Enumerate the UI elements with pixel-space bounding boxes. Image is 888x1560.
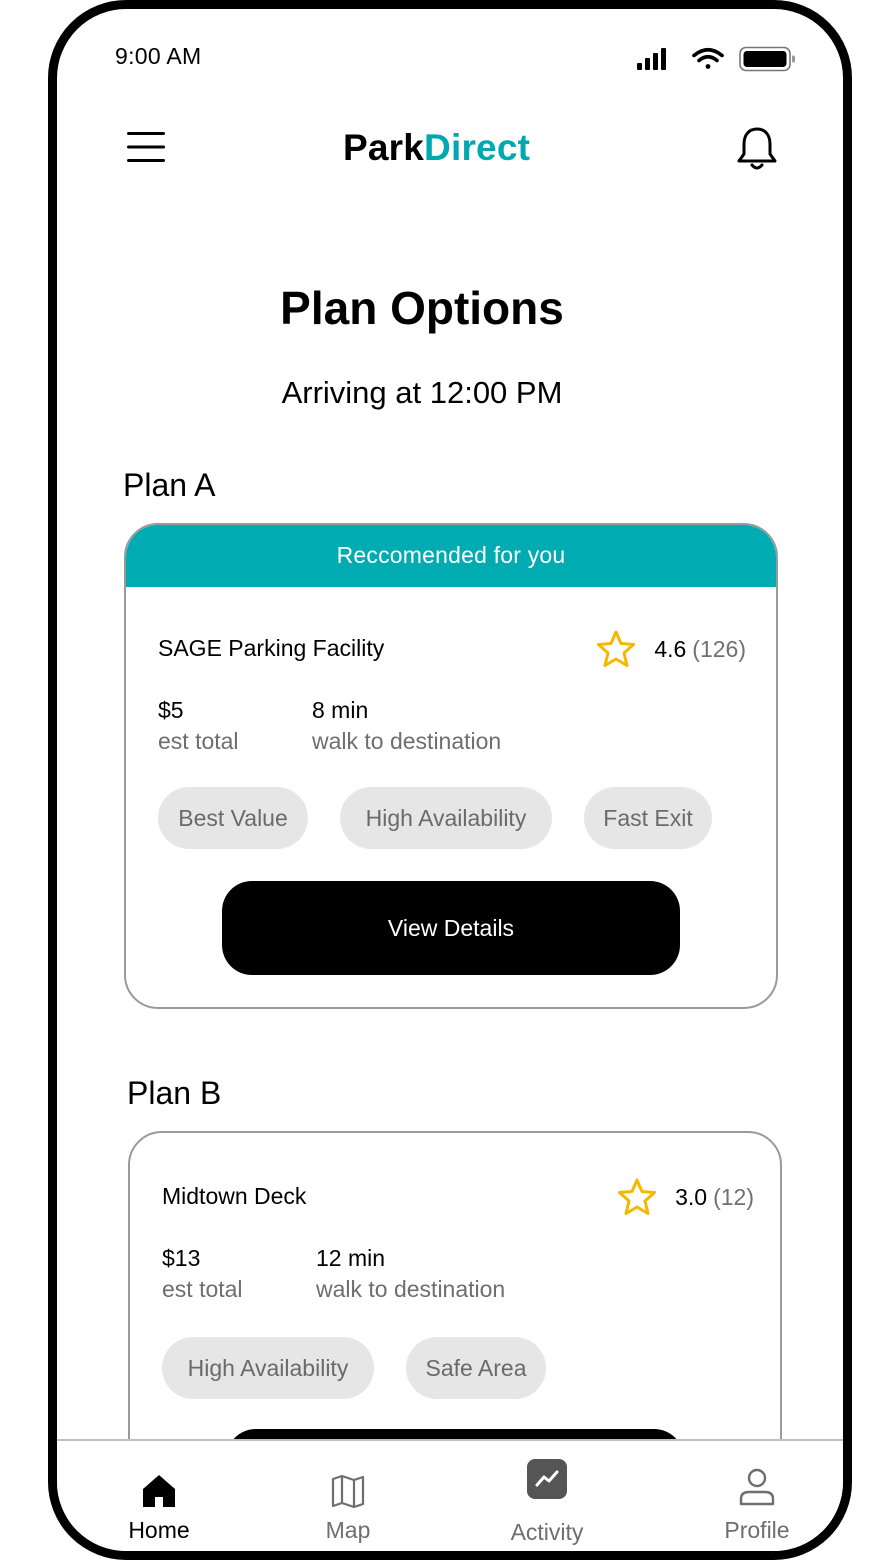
signal-icon — [637, 48, 666, 70]
price-value: $13 — [162, 1245, 201, 1271]
bell-icon[interactable] — [735, 125, 779, 173]
tag-chip[interactable]: Fast Exit — [584, 787, 712, 849]
walk-block: 8 min walk to destination — [312, 697, 501, 755]
status-icons — [637, 46, 795, 72]
rating-value: 3.0 — [675, 1183, 708, 1210]
menu-icon[interactable] — [127, 130, 167, 164]
nav-label: Profile — [724, 1517, 790, 1543]
recommended-banner: Reccomended for you — [126, 525, 776, 587]
facility-name: Midtown Deck — [162, 1183, 307, 1209]
phone-frame: 9:00 AM ParkDirect Plan Options Arriving… — [48, 0, 852, 1560]
star-icon — [597, 630, 636, 667]
price-caption: est total — [162, 1276, 243, 1302]
view-details-button[interactable]: View Details — [222, 881, 680, 975]
star-icon — [618, 1178, 657, 1215]
nav-label: Map — [325, 1517, 371, 1543]
rating-count: (126) — [692, 635, 746, 662]
home-icon — [143, 1475, 175, 1507]
rating: 4.6 (126) — [596, 629, 746, 669]
rating: 3.0 (12) — [617, 1177, 754, 1217]
rating-count: (12) — [713, 1183, 754, 1210]
walk-block: 12 min walk to destination — [316, 1245, 505, 1303]
walk-value: 12 min — [316, 1245, 386, 1271]
walk-value: 8 min — [312, 697, 369, 723]
nav-map[interactable]: Map — [268, 1441, 428, 1551]
walk-caption: walk to destination — [316, 1276, 506, 1302]
rating-value: 4.6 — [654, 635, 687, 662]
price-caption: est total — [158, 728, 239, 754]
map-icon — [331, 1474, 365, 1509]
plan-a-label: Plan A — [123, 467, 216, 503]
plan-a-card[interactable]: Reccomended for you SAGE Parking Facilit… — [124, 523, 778, 1009]
tag-chip[interactable]: Best Value — [158, 787, 308, 849]
brand-logo: ParkDirect — [343, 127, 530, 169]
nav-home[interactable]: Home — [79, 1441, 239, 1551]
nav-label: Activity — [510, 1519, 584, 1545]
nav-activity[interactable]: Activity — [467, 1441, 627, 1551]
app-screen: 9:00 AM ParkDirect Plan Options Arriving… — [57, 9, 843, 1551]
page-title: Plan Options — [280, 282, 564, 334]
profile-icon — [739, 1468, 775, 1506]
status-time: 9:00 AM — [115, 43, 202, 69]
price-block: $5 est total — [158, 697, 239, 755]
battery-icon — [739, 46, 795, 72]
plan-b-label: Plan B — [127, 1075, 222, 1111]
activity-icon — [527, 1459, 567, 1499]
walk-caption: walk to destination — [312, 728, 502, 754]
price-value: $5 — [158, 697, 184, 723]
brand-direct: Direct — [424, 127, 531, 168]
nav-label: Home — [128, 1517, 190, 1543]
price-block: $13 est total — [162, 1245, 243, 1303]
arrival-subtitle: Arriving at 12:00 PM — [281, 375, 563, 410]
wifi-icon — [692, 47, 724, 69]
bottom-nav: Home Map Activity Profile — [57, 1439, 843, 1551]
tag-chip[interactable]: Safe Area — [406, 1337, 546, 1399]
nav-profile[interactable]: Profile — [677, 1441, 837, 1551]
facility-name: SAGE Parking Facility — [158, 635, 385, 661]
tag-chip[interactable]: High Availability — [340, 787, 552, 849]
tag-chip[interactable]: High Availability — [162, 1337, 374, 1399]
brand-park: Park — [343, 127, 425, 168]
